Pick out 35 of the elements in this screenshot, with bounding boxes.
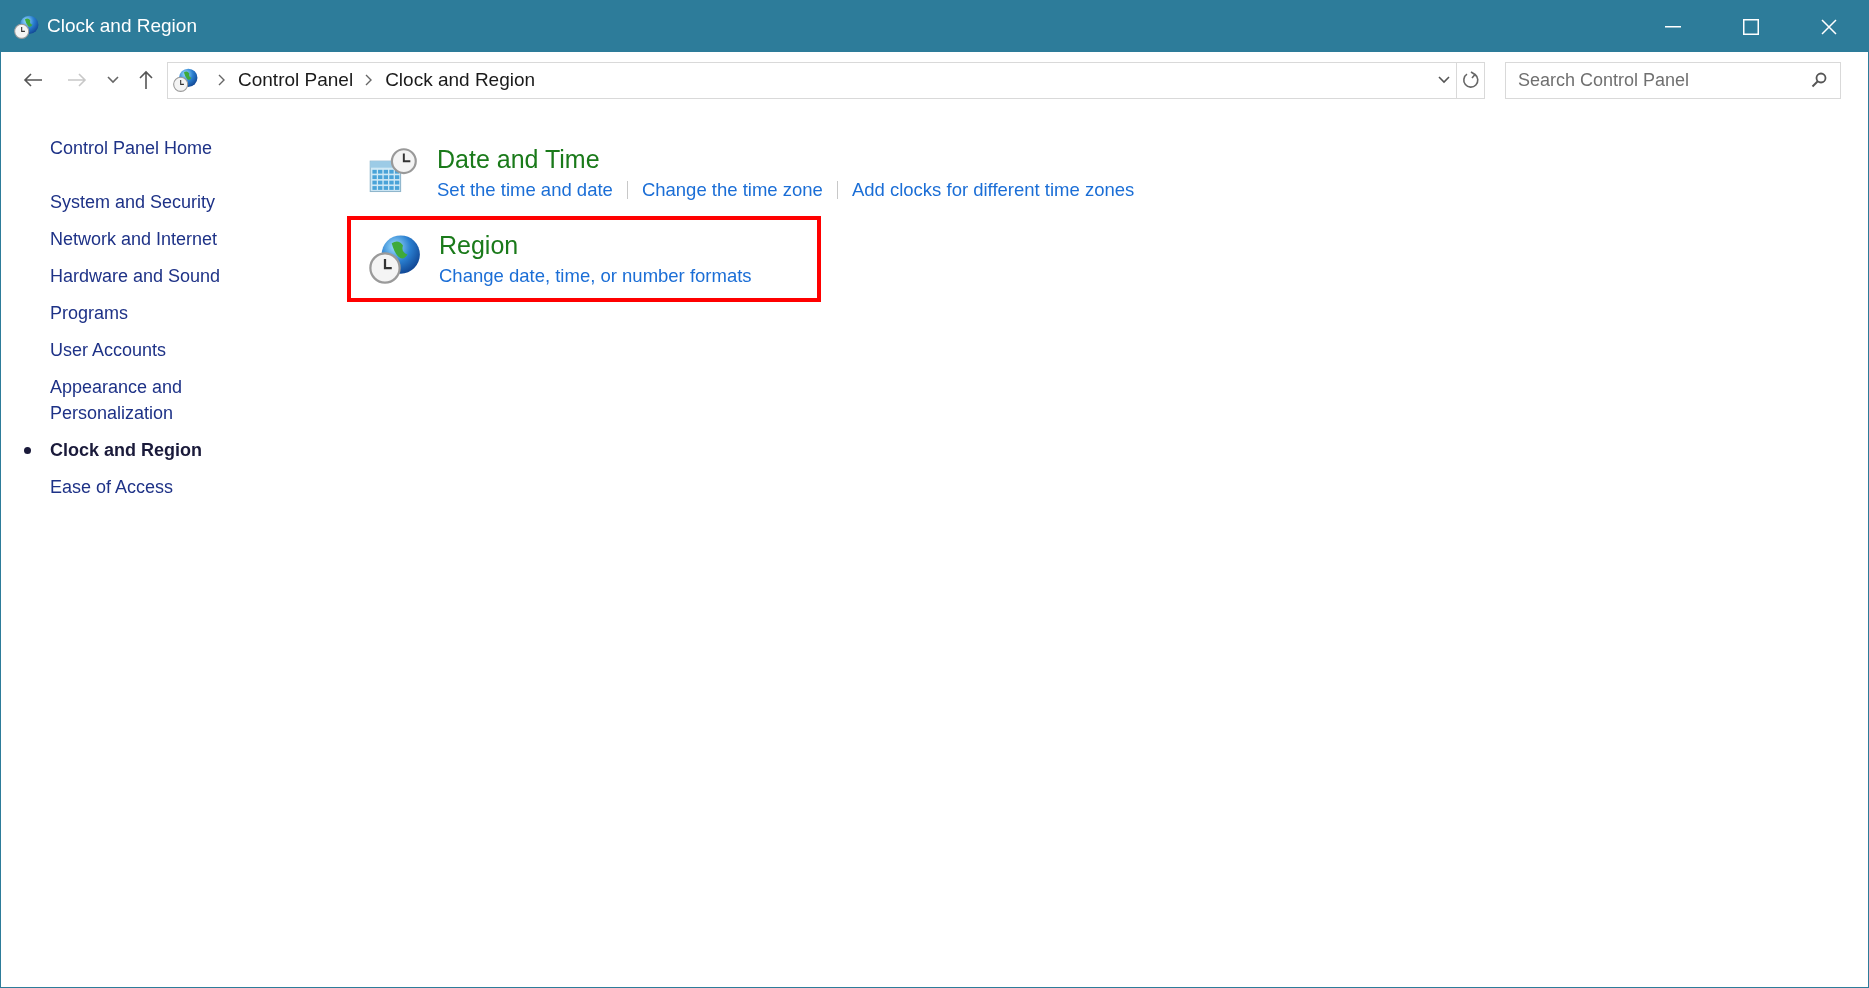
sidebar-link[interactable]: Control Panel Home — [50, 135, 250, 161]
sidebar-link[interactable]: Hardware and Sound — [50, 263, 250, 289]
address-bar[interactable]: Control Panel Clock and Region — [167, 61, 1485, 99]
bullet-icon — [24, 447, 31, 454]
chevron-down-icon — [1438, 76, 1450, 84]
back-arrow-icon — [23, 72, 43, 88]
chevron-down-icon — [107, 76, 119, 84]
maximize-icon — [1743, 18, 1759, 35]
task-link[interactable]: Change the time zone — [641, 176, 823, 204]
forward-arrow-icon — [67, 72, 87, 88]
window-title: Clock and Region — [47, 14, 197, 39]
search-field[interactable]: Search Control Panel — [1505, 61, 1841, 99]
task-link[interactable]: Set the time and date — [437, 176, 613, 204]
category-heading[interactable]: Region — [439, 227, 752, 262]
close-icon — [1821, 18, 1837, 35]
sidebar-link[interactable]: Network and Internet — [50, 226, 250, 252]
sidebar-link[interactable]: Ease of Access — [50, 474, 250, 500]
sidebar-link[interactable]: Appearance and Personalization — [50, 374, 250, 426]
sidebar-link[interactable]: User Accounts — [50, 337, 250, 363]
sidebar-link[interactable]: System and Security — [50, 189, 250, 215]
category-heading[interactable]: Date and Time — [437, 142, 1135, 176]
chevron-right-icon — [218, 74, 226, 86]
minimize-icon — [1665, 25, 1681, 28]
location-icon — [172, 67, 198, 93]
up-arrow-icon — [138, 70, 154, 90]
sidebar-link[interactable]: Clock and Region — [50, 437, 250, 463]
task-link[interactable]: Add clocks for different time zones — [851, 176, 1135, 204]
breadcrumb[interactable]: Control Panel — [238, 65, 354, 95]
task-link[interactable]: Change date, time, or number formats — [439, 261, 752, 290]
sidebar-link[interactable]: Programs — [50, 300, 250, 326]
refresh-icon — [1461, 71, 1480, 89]
app-icon — [13, 13, 39, 40]
chevron-right-icon — [365, 74, 374, 86]
search-icon — [1811, 71, 1827, 88]
breadcrumb[interactable]: Clock and Region — [385, 65, 536, 95]
